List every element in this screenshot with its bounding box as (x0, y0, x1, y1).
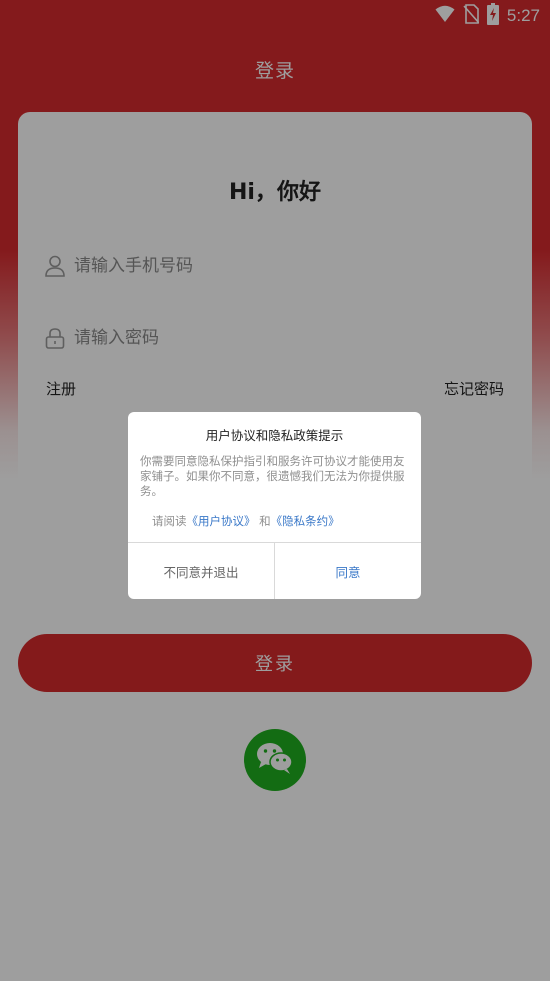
login-screen: 5:27 登录 Hi，你好 注册 忘记密码 登录 (0, 0, 550, 981)
user-agreement-link[interactable]: 《用户协议》 (187, 514, 256, 528)
decline-exit-button[interactable]: 不同意并退出 (128, 543, 274, 599)
agree-button[interactable]: 同意 (275, 543, 421, 599)
dialog-message: 你需要同意隐私保护指引和服务许可协议才能使用友家铺子。如果你不同意，很遗憾我们无… (140, 454, 405, 498)
privacy-policy-link[interactable]: 《隐私条约》 (271, 514, 340, 528)
read-prefix: 请阅读 (152, 514, 187, 528)
dialog-read-line: 请阅读《用户协议》 和《隐私条约》 (152, 513, 412, 529)
dialog-title: 用户协议和隐私政策提示 (205, 428, 344, 443)
and-text: 和 (259, 514, 271, 528)
privacy-dialog: 用户协议和隐私政策提示 你需要同意隐私保护指引和服务许可协议才能使用友家铺子。如… (128, 412, 421, 599)
